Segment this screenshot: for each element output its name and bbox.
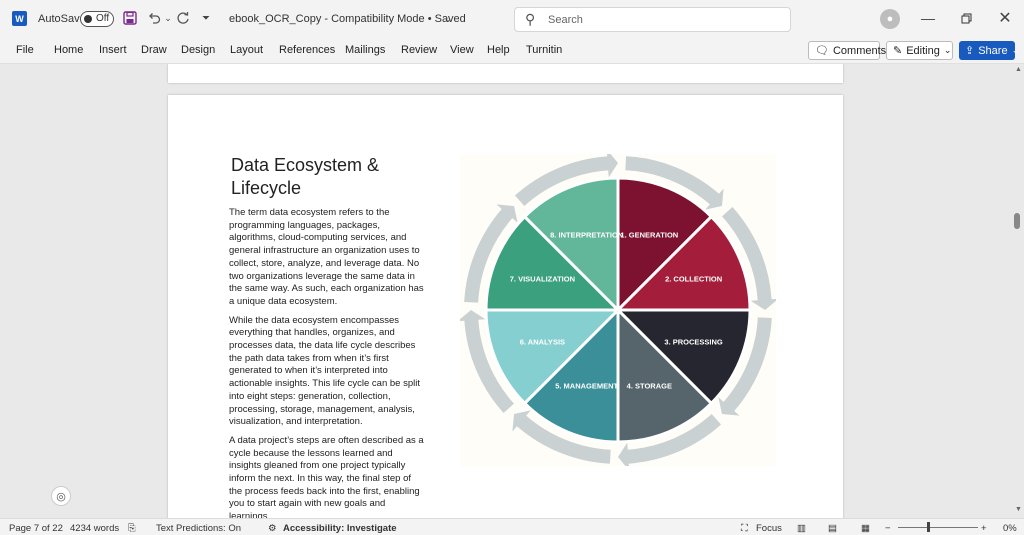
read-mode-icon[interactable]: ▥ bbox=[797, 523, 806, 534]
tab-design[interactable]: Design bbox=[181, 44, 215, 56]
search-box[interactable]: ⚲ Search bbox=[514, 7, 791, 32]
comments-button[interactable]: 🗨 Comments bbox=[808, 41, 886, 60]
status-bar: Page 7 of 22 4234 words ⎘ Text Predictio… bbox=[0, 518, 1024, 535]
segment-label: 1. GENERATION bbox=[620, 230, 678, 239]
tab-references[interactable]: References bbox=[279, 44, 335, 56]
tab-file[interactable]: File bbox=[16, 44, 34, 56]
document-title[interactable]: ebook_OCR_Copy - Compatibility Mode • Sa… bbox=[229, 13, 466, 25]
section-heading: Data Ecosystem & Lifecycle bbox=[231, 155, 380, 198]
search-icon: ⚲ bbox=[525, 11, 536, 27]
body-text: The term data ecosystem refers to the pr… bbox=[229, 207, 425, 518]
chevron-down-icon: ⌄ bbox=[1011, 45, 1020, 55]
save-icon[interactable] bbox=[122, 10, 138, 26]
autosave-label: AutoSave bbox=[38, 13, 86, 25]
text-predictions[interactable]: Text Predictions: On bbox=[156, 523, 241, 534]
paragraph: While the data ecosystem encompasses eve… bbox=[229, 314, 420, 428]
autosave-state: Off bbox=[96, 13, 110, 24]
focus-icon: ⛶ bbox=[741, 523, 748, 534]
tab-insert[interactable]: Insert bbox=[99, 44, 127, 56]
customize-icon[interactable]: ⏷ bbox=[200, 10, 212, 26]
segment-label: 6. ANALYSIS bbox=[520, 337, 565, 346]
previous-page bbox=[168, 64, 843, 83]
chevron-down-icon: ⌄ bbox=[943, 45, 952, 55]
data-lifecycle-diagram[interactable]: 1. GENERATION 2. COLLECTION 3. PROCESSING 4… bbox=[457, 149, 779, 471]
segment-label: 7. VISUALIZATION bbox=[510, 275, 575, 284]
restore-icon[interactable] bbox=[958, 10, 974, 26]
focus-button[interactable]: Focus bbox=[756, 523, 782, 534]
tab-review[interactable]: Review bbox=[401, 44, 437, 56]
scroll-up-icon[interactable]: ▲ bbox=[1015, 66, 1022, 73]
zoom-thumb[interactable] bbox=[927, 522, 930, 532]
comments-label: Comments bbox=[832, 44, 887, 57]
print-layout-icon[interactable]: ▤ bbox=[828, 523, 837, 534]
account-icon[interactable]: ● bbox=[880, 9, 900, 29]
accessibility-icon: ⚙ bbox=[268, 523, 277, 534]
pencil-icon: ✎ bbox=[893, 45, 903, 57]
share-label: Share bbox=[978, 44, 1008, 57]
share-icon: ⇪ bbox=[965, 45, 975, 57]
autosave-toggle[interactable]: Off bbox=[80, 11, 114, 27]
tab-mailings[interactable]: Mailings bbox=[345, 44, 385, 56]
tab-turnitin[interactable]: Turnitin bbox=[526, 44, 562, 56]
word-count[interactable]: 4234 words bbox=[70, 523, 119, 534]
zoom-in-icon[interactable]: + bbox=[981, 523, 987, 534]
proofing-icon[interactable]: ⎘ bbox=[128, 523, 136, 534]
segment-label: 5. MANAGEMENT bbox=[555, 382, 618, 391]
editing-button[interactable]: ✎ Editing ⌄ bbox=[886, 41, 953, 60]
undo-dropdown-icon[interactable]: ⌄ bbox=[163, 10, 173, 26]
tab-draw[interactable]: Draw bbox=[141, 44, 167, 56]
segment-label: 8. INTERPRETATION bbox=[550, 230, 623, 239]
redo-icon[interactable] bbox=[175, 10, 191, 26]
title-dropdown-icon[interactable]: ⌄ bbox=[442, 11, 454, 25]
search-placeholder: Search bbox=[548, 14, 583, 26]
document-page[interactable]: Data Ecosystem & Lifecycle The term data… bbox=[168, 95, 843, 518]
vertical-scrollbar[interactable]: ▲ ▼ bbox=[1013, 64, 1024, 518]
document-canvas[interactable]: Data Ecosystem & Lifecycle The term data… bbox=[0, 64, 1024, 518]
scroll-thumb[interactable] bbox=[1014, 213, 1020, 229]
share-button[interactable]: ⇪ Share ⌄ bbox=[959, 41, 1019, 60]
accessibility-status[interactable]: Accessibility: Investigate bbox=[283, 523, 397, 534]
fingerprint-icon[interactable]: ◎ bbox=[51, 486, 71, 506]
zoom-level[interactable]: 0% bbox=[1003, 523, 1017, 534]
paragraph: The term data ecosystem refers to the pr… bbox=[229, 207, 424, 307]
page-count[interactable]: Page 7 of 22 bbox=[9, 523, 63, 534]
scroll-down-icon[interactable]: ▼ bbox=[1015, 506, 1022, 513]
paragraph: A data project’s steps are often describ… bbox=[229, 434, 424, 518]
editing-label: Editing bbox=[906, 44, 940, 57]
undo-icon[interactable] bbox=[146, 10, 162, 26]
minimize-icon[interactable]: — bbox=[920, 10, 936, 26]
segment-label: 4. STORAGE bbox=[627, 382, 672, 391]
word-app-icon: W bbox=[12, 11, 27, 26]
tab-view[interactable]: View bbox=[450, 44, 474, 56]
zoom-out-icon[interactable]: − bbox=[885, 523, 891, 534]
segment-label: 3. PROCESSING bbox=[664, 337, 723, 346]
tab-layout[interactable]: Layout bbox=[230, 44, 263, 56]
segment-label: 2. COLLECTION bbox=[665, 275, 722, 284]
comment-icon: 🗨 bbox=[815, 45, 829, 57]
toggle-knob bbox=[84, 15, 92, 23]
close-icon[interactable]: ✕ bbox=[997, 10, 1013, 27]
web-layout-icon[interactable]: ▦ bbox=[861, 523, 870, 534]
tab-help[interactable]: Help bbox=[487, 44, 510, 56]
zoom-slider[interactable] bbox=[898, 527, 978, 528]
tab-home[interactable]: Home bbox=[54, 44, 83, 56]
cycle-diagram-svg: 1. GENERATION 2. COLLECTION 3. PROCESSING 4… bbox=[457, 149, 779, 471]
